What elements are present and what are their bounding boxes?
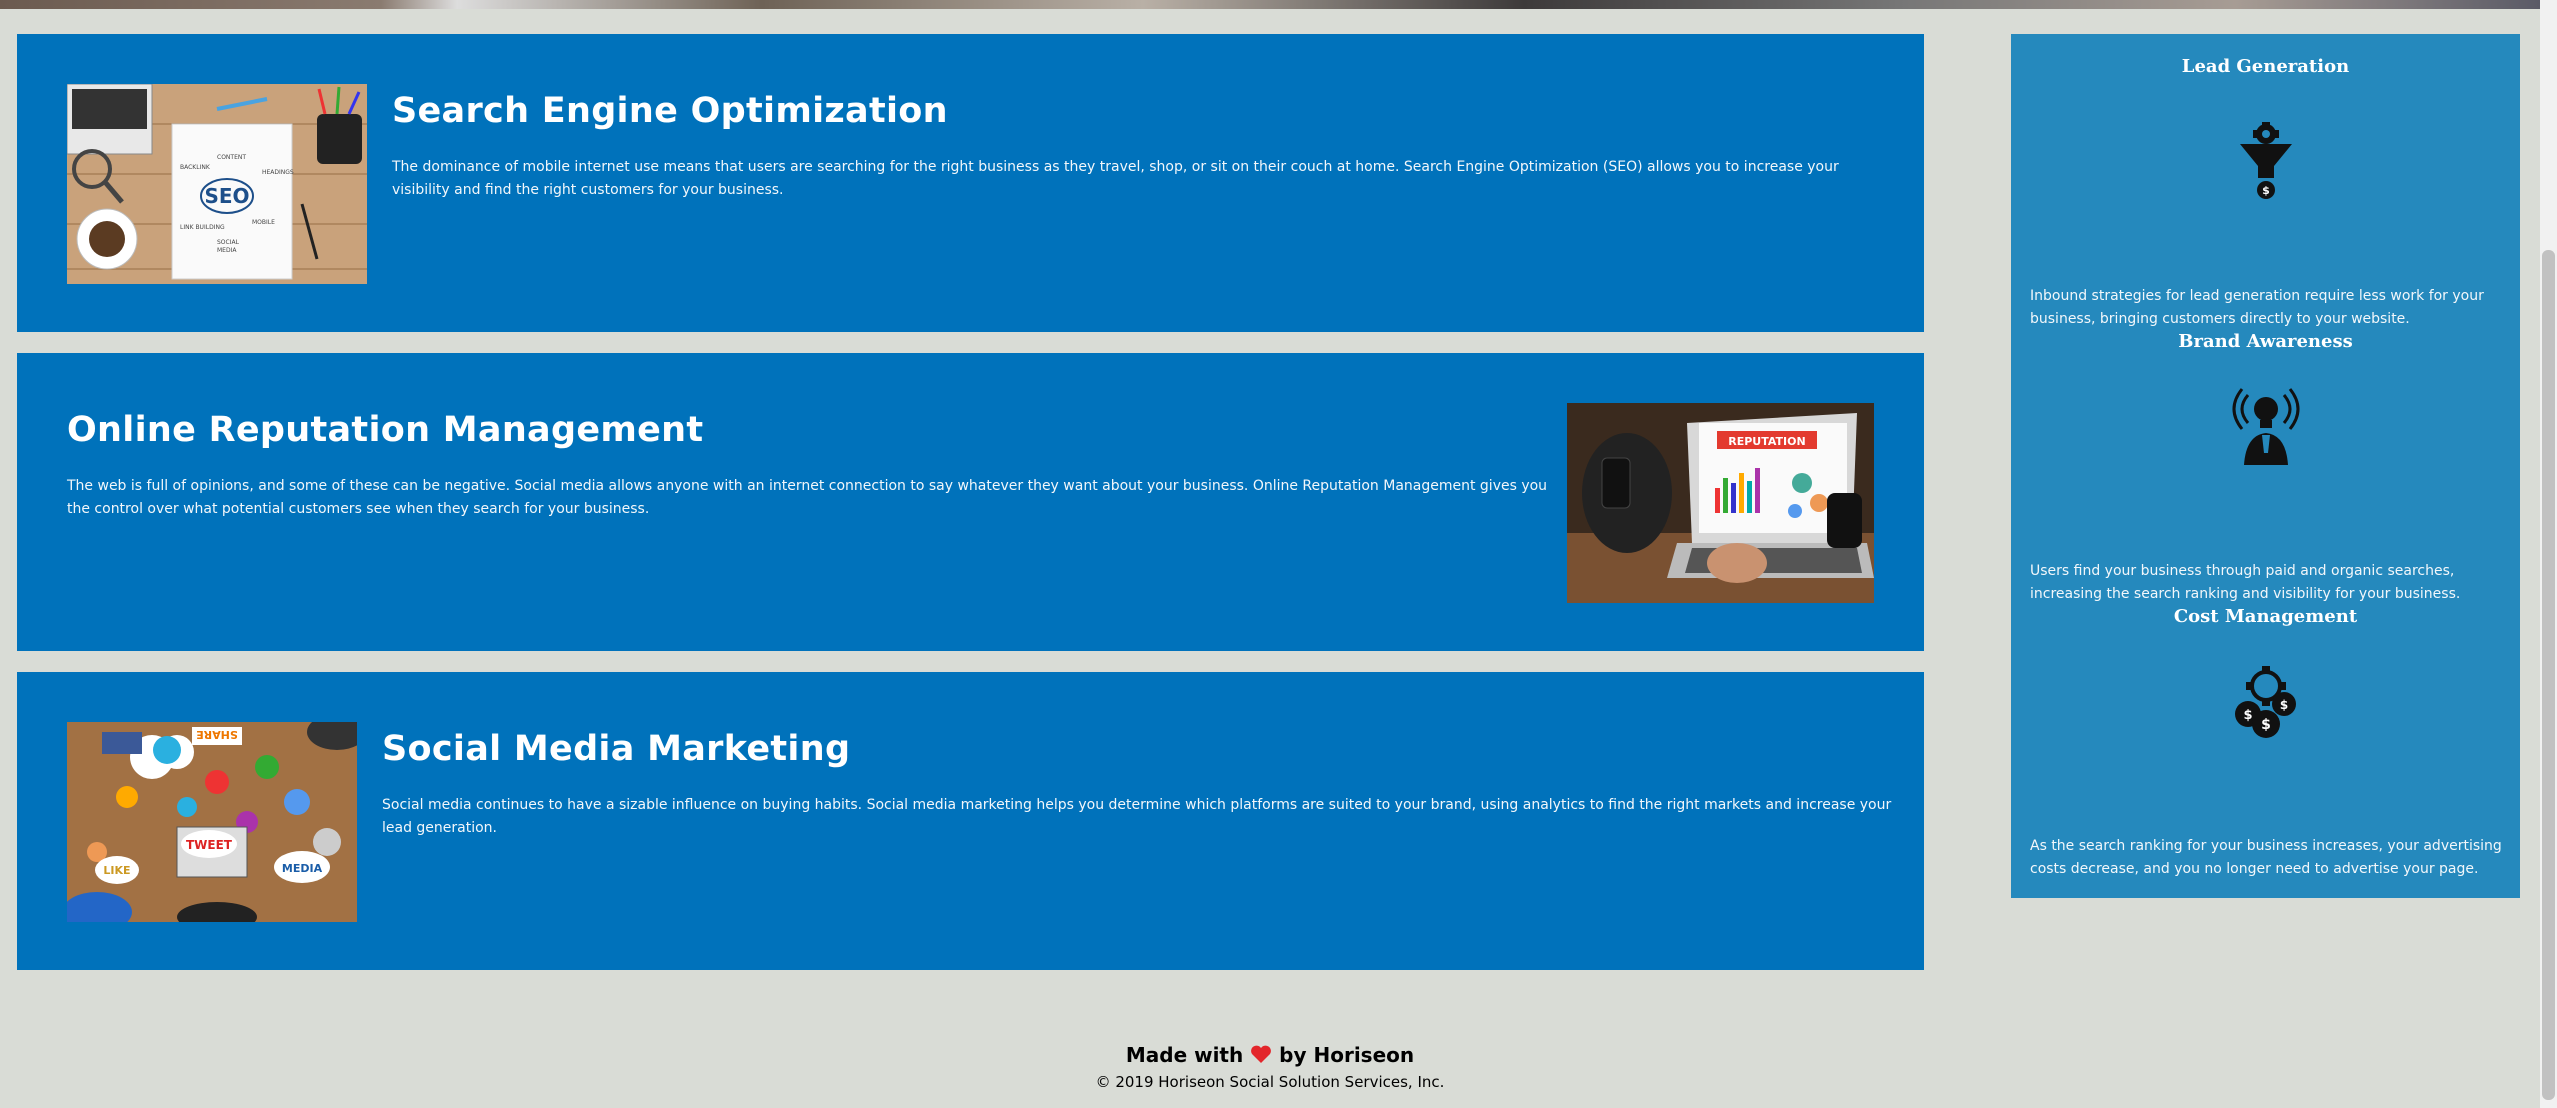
svg-text:BACKLINK: BACKLINK: [180, 164, 211, 171]
social-image-like: LIKE: [103, 864, 130, 877]
svg-text:$: $: [2243, 708, 2252, 723]
svg-text:MEDIA: MEDIA: [217, 247, 237, 254]
heart-icon: [1250, 1044, 1272, 1069]
svg-text:CONTENT: CONTENT: [217, 154, 246, 161]
social-image-tweet: TWEET: [186, 838, 233, 852]
svg-text:SOCIAL: SOCIAL: [217, 239, 240, 246]
seo-image: SEO BACKLINK HEADINGS LINK BUILDING MOBILE…: [67, 84, 367, 284]
benefit-title: Brand Awareness: [2178, 331, 2353, 352]
lead-generation-funnel-icon: $: [2218, 122, 2314, 207]
page-footer: Made with by Horiseon © 2019 Horiseon So…: [0, 1043, 2540, 1091]
svg-text:$: $: [2280, 698, 2288, 712]
cost-management-coins-icon: $ $ $: [2218, 662, 2314, 747]
service-title: Social Media Marketing: [382, 729, 851, 769]
benefit-lead-generation: Lead Generation $ Inbound strategies for…: [2011, 56, 2520, 327]
svg-text:$: $: [2262, 184, 2270, 197]
scrollbar-thumb[interactable]: [2542, 250, 2555, 1100]
service-social-media-marketing: TWEET MEDIA LIKE SHARE Social Media Mark…: [17, 672, 1924, 970]
benefit-title: Cost Management: [2173, 606, 2358, 627]
service-description: The dominance of mobile internet use mea…: [392, 159, 1839, 198]
service-search-engine-optimization: SEO BACKLINK HEADINGS LINK BUILDING MOBILE…: [17, 34, 1924, 332]
brand-awareness-lightbulb-icon: [2218, 387, 2314, 472]
benefit-description: Users find your business through paid an…: [2030, 563, 2461, 602]
made-with-suffix: by Horiseon: [1279, 1043, 1415, 1067]
svg-text:LINK BUILDING: LINK BUILDING: [180, 224, 225, 231]
service-description: Social media continues to have a sizable…: [382, 797, 1892, 836]
service-description: The web is full of opinions, and some of…: [67, 478, 1548, 517]
svg-text:MOBILE: MOBILE: [252, 219, 275, 226]
benefits-sidebar: Lead Generation $ Inbound strategies for…: [2011, 34, 2520, 898]
service-online-reputation-management: Online Reputation Management The web is …: [17, 353, 1924, 651]
made-with-prefix: Made with: [1125, 1043, 1244, 1067]
svg-text:HEADINGS: HEADINGS: [262, 169, 294, 176]
seo-image-text: SEO: [204, 184, 249, 208]
social-image-share: SHARE: [196, 728, 238, 741]
svg-text:$: $: [2261, 717, 2271, 733]
social-image-media: MEDIA: [282, 862, 323, 875]
service-title: Online Reputation Management: [67, 410, 704, 450]
benefit-title: Lead Generation: [2181, 56, 2350, 77]
benefit-cost-management: Cost Management $ $ $ As the search rank…: [2011, 606, 2520, 877]
copyright-text: © 2019 Horiseon Social Solution Services…: [1095, 1073, 1445, 1091]
reputation-image: REPUTATION: [1567, 403, 1874, 603]
made-with-line: Made with by Horiseon: [0, 1043, 2540, 1069]
benefit-description: As the search ranking for your business …: [2030, 838, 2502, 877]
social-media-image: TWEET MEDIA LIKE SHARE: [67, 722, 357, 922]
hero-image-strip: [0, 0, 2540, 9]
main-content: SEO BACKLINK HEADINGS LINK BUILDING MOBILE…: [17, 34, 1924, 991]
service-title: Search Engine Optimization: [392, 91, 948, 131]
benefit-description: Inbound strategies for lead generation r…: [2030, 288, 2484, 327]
benefit-brand-awareness: Brand Awareness Users find your business…: [2011, 331, 2520, 602]
reputation-image-text: REPUTATION: [1728, 435, 1805, 448]
